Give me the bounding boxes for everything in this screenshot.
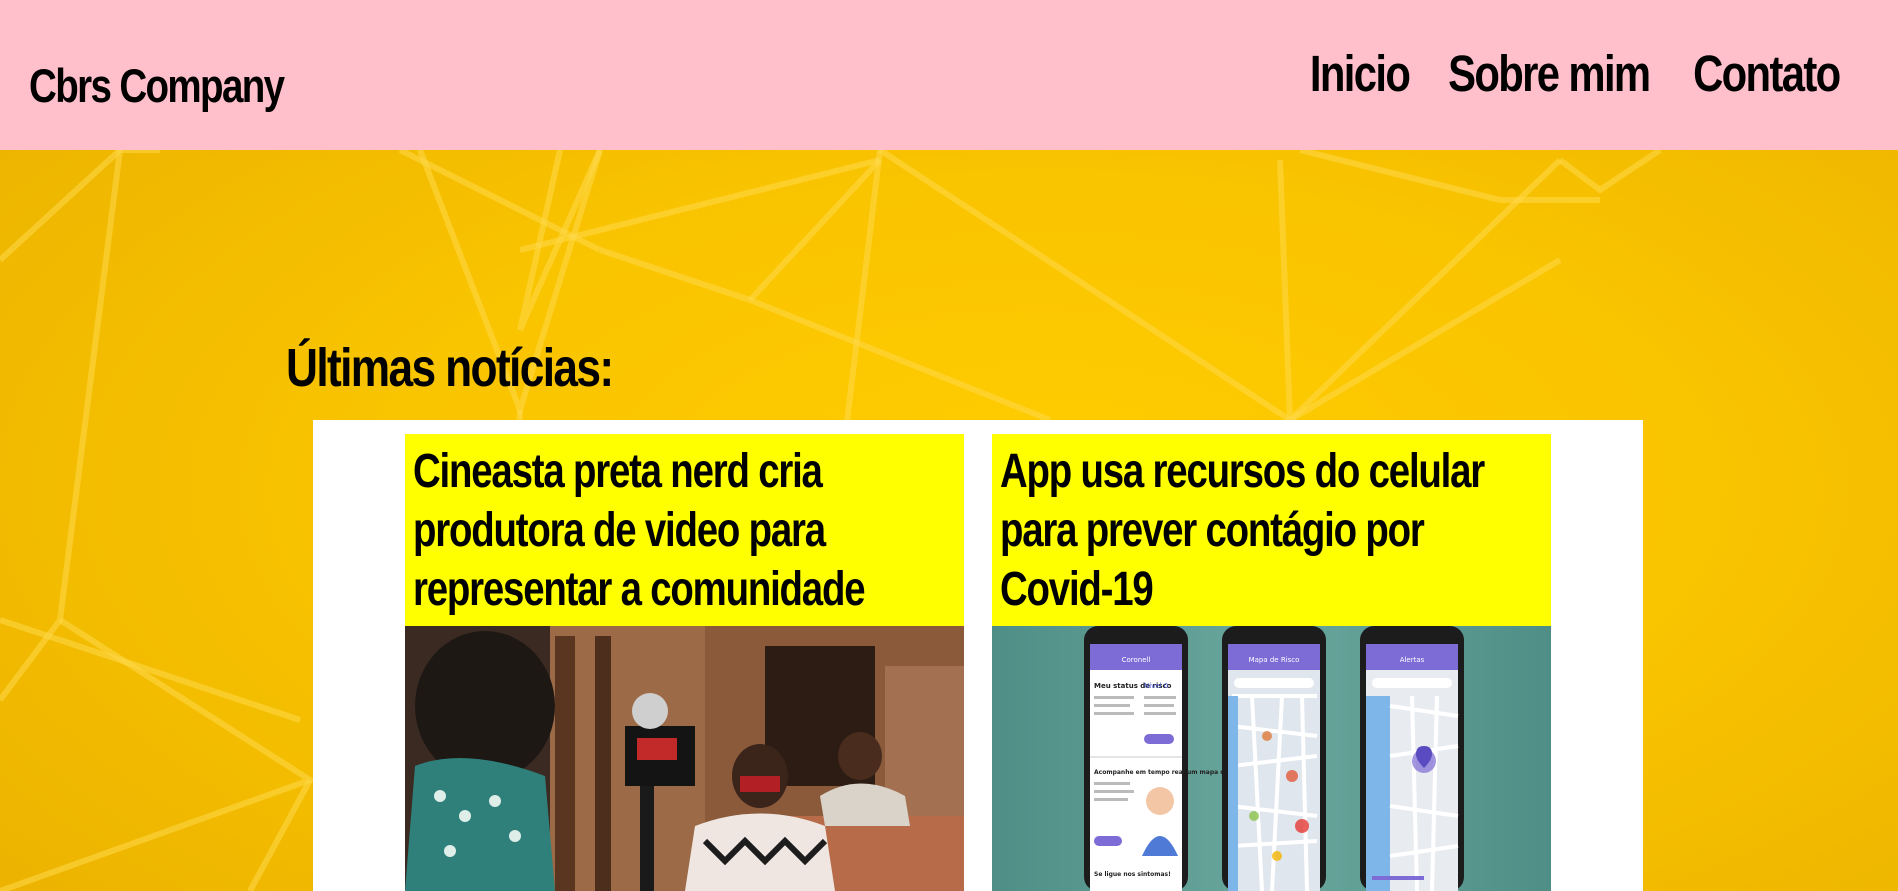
phone1-level: Nível 0	[1144, 682, 1168, 690]
section-title: Últimas notícias:	[286, 337, 614, 398]
news-card-filmmaker[interactable]: Cineasta preta nerd cria produtora de vi…	[405, 434, 964, 891]
news-card-covid-app[interactable]: App usa recursos do celular para prever …	[992, 434, 1551, 891]
phone1-header: Coronell	[1122, 656, 1151, 664]
main-nav: Inicio Sobre mim Contato	[1293, 44, 1856, 103]
nav-link-inicio[interactable]: Inicio	[1310, 44, 1411, 103]
news-image-film-crew[interactable]	[405, 626, 964, 891]
phone3-header: Alertas	[1400, 656, 1425, 664]
site-header: Cbrs Company Inicio Sobre mim Contato	[0, 0, 1898, 150]
phone1-footer: Se ligue nos sintomas!	[1094, 871, 1171, 878]
phone2-header: Mapa de Risco	[1249, 656, 1300, 664]
news-card-title[interactable]: Cineasta preta nerd cria produtora de vi…	[413, 442, 957, 619]
nav-link-sobre-mim[interactable]: Sobre mim	[1448, 44, 1651, 103]
news-card-title[interactable]: App usa recursos do celular para prever …	[1000, 442, 1544, 619]
brand-logo-text[interactable]: Cbrs Company	[29, 58, 285, 113]
news-image-phone-screens[interactable]: Coronell Meu status de risco Nível 0 Aco…	[992, 626, 1551, 891]
nav-link-contato[interactable]: Contato	[1693, 44, 1841, 103]
news-panel: Cineasta preta nerd cria produtora de vi…	[313, 420, 1643, 891]
